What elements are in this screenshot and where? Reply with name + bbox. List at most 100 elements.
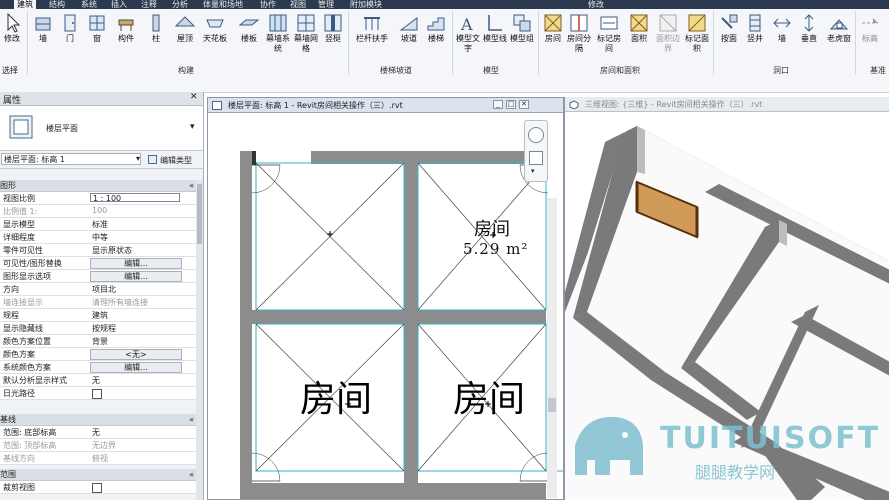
chevron-down-icon[interactable]: ▾ — [190, 122, 195, 132]
door-button[interactable]: 门 — [57, 12, 83, 44]
floor-plan-title-bar: 楼层平面: 标高 1 - Revit房间相关操作（三）.rvt _ □ ✕ — [208, 98, 563, 113]
wall-group — [240, 151, 546, 499]
steering-wheel-icon[interactable] — [528, 127, 544, 143]
close-button[interactable]: ✕ — [519, 100, 529, 109]
level-button[interactable]: 标高 — [857, 12, 883, 44]
chevron-down-icon[interactable]: ▾ — [531, 167, 535, 175]
select-dropdown[interactable]: 选择 — [2, 65, 18, 76]
area-boundary-icon — [659, 14, 677, 32]
window-icon — [89, 15, 105, 31]
roof-icon — [174, 16, 196, 27]
tab-addins[interactable]: 附加模块 — [350, 0, 382, 9]
stair-button[interactable]: 楼梯 — [423, 12, 449, 44]
zoom-icon[interactable] — [529, 151, 543, 165]
column-icon — [152, 14, 160, 32]
curtain-system-button[interactable]: 幕墙系统 — [265, 12, 291, 54]
roof-button[interactable]: 屋顶 — [172, 12, 198, 44]
railing-button[interactable]: 栏杆扶手 — [352, 12, 392, 44]
3d-view-icon — [569, 100, 579, 109]
instance-selector[interactable]: 楼层平面: 标高 1 — [1, 153, 141, 165]
level-icon — [862, 18, 878, 24]
crop-view-checkbox[interactable] — [92, 483, 102, 493]
view-scale-input[interactable]: 1 : 100 — [90, 193, 180, 203]
tab-architecture[interactable]: 建筑 — [14, 0, 36, 9]
tab-massing-site[interactable]: 体量和场地 — [203, 0, 243, 9]
room-button[interactable]: 房间 — [540, 12, 566, 44]
model-group-button[interactable]: 模型组 — [509, 12, 535, 44]
room-label-large[interactable]: 房间 — [300, 370, 372, 422]
room-label-large[interactable]: 房间 — [453, 370, 525, 422]
floor-plan-canvas[interactable] — [208, 113, 563, 499]
group-separator — [713, 11, 714, 75]
tab-insert[interactable]: 插入 — [111, 0, 127, 9]
floor-button[interactable]: 楼板 — [236, 12, 262, 44]
graphic-display-edit-button[interactable]: 编辑... — [90, 271, 182, 282]
tab-analyze[interactable]: 分析 — [172, 0, 188, 9]
group-separator — [452, 11, 453, 75]
properties-title: 属性 — [3, 96, 22, 106]
column-button[interactable]: 柱 — [143, 12, 169, 44]
room-tag-name[interactable]: 房间 — [474, 215, 510, 241]
category-graphics[interactable]: 图形 « — [0, 180, 196, 192]
dormer-icon — [829, 19, 849, 30]
maximize-button[interactable]: □ — [506, 100, 516, 109]
area-button[interactable]: 面积 — [626, 12, 652, 44]
properties-panel: 属性 ✕ 楼层平面 ▾ 楼层平面: 标高 1 ▾ 编辑类型 图形 « 视图比例 1 … — [0, 92, 204, 500]
model-line-button[interactable]: 模型线 — [482, 12, 508, 44]
area-boundary-button[interactable]: 面积边界 — [655, 12, 681, 54]
color-scheme-button[interactable]: <无> — [90, 349, 182, 360]
property-row: 墙连接显示 清理所有墙连接 — [0, 296, 203, 309]
curtain-grid-button[interactable]: 幕墙网格 — [293, 12, 319, 54]
tab-view[interactable]: 视图 — [290, 0, 306, 9]
component-button[interactable]: 构件 — [113, 12, 139, 44]
wall-opening-button[interactable]: 墙 — [769, 12, 795, 44]
minimize-button[interactable]: _ — [493, 100, 503, 109]
property-row: 裁剪视图 — [0, 481, 203, 494]
wall-icon — [35, 17, 51, 31]
by-face-button[interactable]: 按面 — [716, 12, 742, 44]
vg-overrides-edit-button[interactable]: 编辑... — [90, 258, 182, 269]
tag-area-button[interactable]: 标记面积 — [684, 12, 710, 54]
tab-systems[interactable]: 系统 — [81, 0, 97, 9]
dormer-button[interactable]: 老虎窗 — [824, 12, 854, 44]
modify-button[interactable]: 修改 — [0, 12, 24, 44]
ramp-button[interactable]: 坡道 — [396, 12, 422, 44]
tab-structure[interactable]: 结构 — [49, 0, 65, 9]
property-row: 详细程度 中等 — [0, 231, 203, 244]
ceiling-button[interactable]: 天花板 — [202, 12, 228, 44]
properties-scrollbar[interactable] — [196, 180, 203, 500]
room-separator-button[interactable]: 房间分隔 — [566, 12, 592, 54]
tab-manage[interactable]: 管理 — [318, 0, 334, 9]
shaft-button[interactable]: 竖井 — [742, 12, 768, 44]
category-extents[interactable]: 范围 « — [0, 469, 196, 481]
property-row: 颜色方案位置 背景 — [0, 335, 203, 348]
properties-title-bar: 属性 ✕ — [0, 92, 203, 106]
tab-modify-contextual[interactable]: 修改 — [588, 0, 604, 9]
edit-type-button[interactable]: 编辑类型 — [160, 155, 192, 166]
window-button[interactable]: 窗 — [84, 12, 110, 44]
sun-path-checkbox[interactable] — [92, 389, 102, 399]
scrollbar-thumb[interactable] — [197, 184, 202, 244]
model-text-button[interactable]: A 模型文字 — [455, 12, 481, 54]
close-icon[interactable]: ✕ — [190, 92, 198, 102]
wall-button[interactable]: 墙 — [30, 12, 56, 44]
room-tag-area[interactable]: 5.29 m² — [463, 240, 528, 258]
collapse-icon: « — [189, 181, 194, 190]
category-underlay[interactable]: 基线 « — [0, 414, 196, 426]
wall-middle-vertical — [404, 151, 418, 499]
vertical-opening-icon — [804, 14, 814, 32]
3d-view-title: 三维视图: {三维} - Revit房间相关操作（三）.rvt — [585, 100, 763, 109]
tab-annotate[interactable]: 注释 — [141, 0, 157, 9]
type-selector[interactable]: 楼层平面 ▾ — [0, 106, 203, 151]
floor-plan-view[interactable]: 楼层平面: 标高 1 - Revit房间相关操作（三）.rvt _ □ ✕ 房间… — [207, 97, 564, 500]
mullion-button[interactable]: 竖梃 — [320, 12, 346, 44]
property-row: 显示模型 标准 — [0, 218, 203, 231]
model-line-icon — [488, 15, 502, 31]
system-color-edit-button[interactable]: 编辑... — [90, 362, 182, 373]
tab-collaborate[interactable]: 协作 — [260, 0, 276, 9]
property-row: 图形显示选项 编辑... — [0, 270, 203, 283]
ribbon: 修改 选择 墙 门 窗 构件 柱 屋顶 天花板 楼板 幕墙系统 幕墙网格 竖梃 … — [0, 9, 889, 93]
watermark-subtitle: 腿腿教学网 — [695, 463, 776, 482]
tag-room-button[interactable]: 标记房间 — [596, 12, 622, 54]
vertical-opening-button[interactable]: 垂直 — [796, 12, 822, 44]
